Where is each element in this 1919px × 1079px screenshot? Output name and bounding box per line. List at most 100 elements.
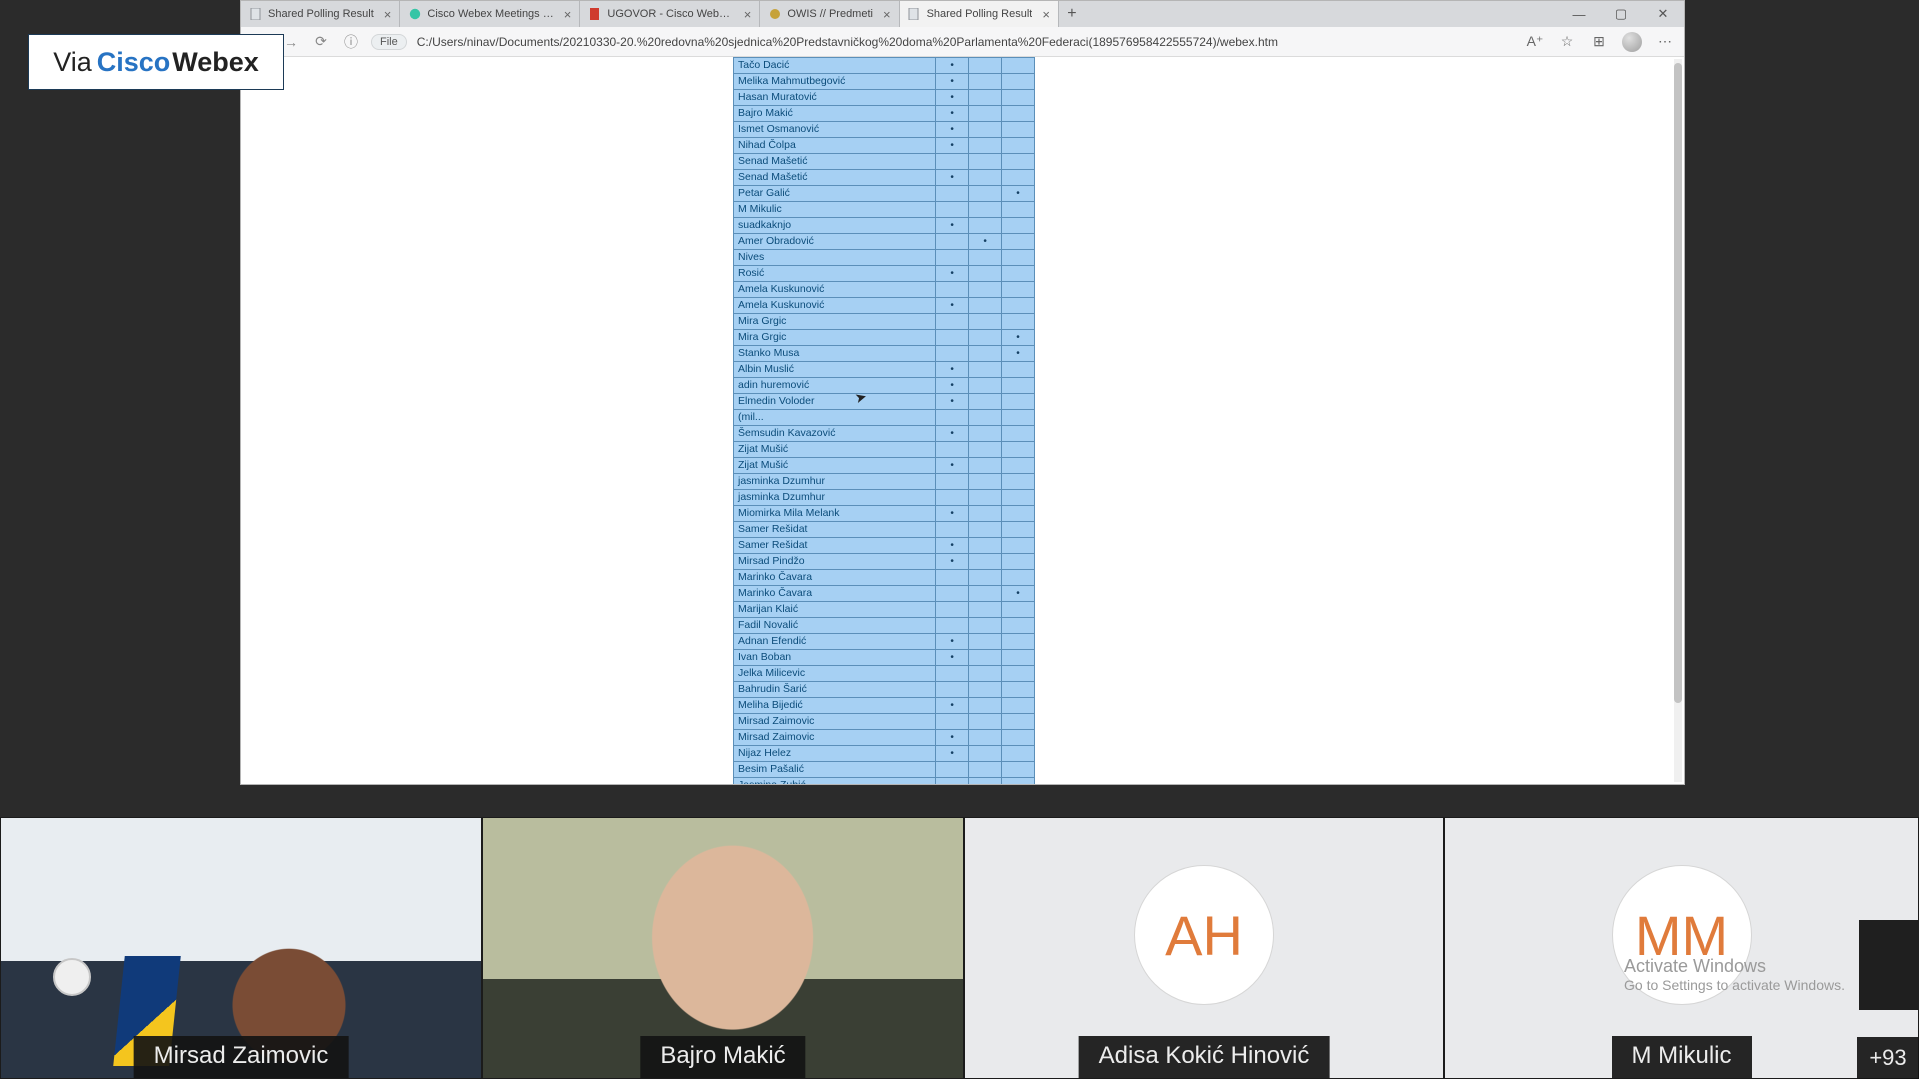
cell-col2 bbox=[969, 474, 1002, 490]
cell-col2 bbox=[969, 282, 1002, 298]
cell-col1: • bbox=[936, 122, 969, 138]
table-row: Senad Mašetić• bbox=[734, 170, 1035, 186]
cell-col3 bbox=[1002, 394, 1035, 410]
cell-col2 bbox=[969, 394, 1002, 410]
cell-col1: • bbox=[936, 650, 969, 666]
maximize-button[interactable]: ▢ bbox=[1600, 1, 1642, 27]
cell-col2 bbox=[969, 634, 1002, 650]
webex-watermark: Via Cisco Webex bbox=[28, 34, 284, 90]
table-row: Bajro Makić• bbox=[734, 106, 1035, 122]
participant-tile[interactable]: MMM Mikulic bbox=[1444, 817, 1919, 1079]
cell-col1 bbox=[936, 762, 969, 778]
cell-col3: • bbox=[1002, 586, 1035, 602]
cell-col1 bbox=[936, 186, 969, 202]
cell-col1 bbox=[936, 778, 969, 785]
participant-tile[interactable]: Mirsad Zaimovic bbox=[0, 817, 482, 1079]
cell-name: Elmedin Voloder bbox=[734, 394, 936, 410]
cell-col2 bbox=[969, 74, 1002, 90]
reload-button[interactable]: ⟳ bbox=[311, 33, 331, 50]
cell-name: Nihad Čolpa bbox=[734, 138, 936, 154]
cell-name: jasminka Dzumhur bbox=[734, 474, 936, 490]
cell-col2 bbox=[969, 218, 1002, 234]
cell-col1: • bbox=[936, 58, 969, 74]
cell-col3 bbox=[1002, 554, 1035, 570]
url-text[interactable]: C:/Users/ninav/Documents/20210330-20.%20… bbox=[417, 35, 1516, 49]
cell-col3 bbox=[1002, 634, 1035, 650]
cell-name: Bahrudin Šarić bbox=[734, 682, 936, 698]
cell-col3 bbox=[1002, 746, 1035, 762]
cell-col1 bbox=[936, 714, 969, 730]
profile-avatar[interactable] bbox=[1622, 32, 1642, 52]
cell-name: Hasan Muratović bbox=[734, 90, 936, 106]
cell-col2 bbox=[969, 778, 1002, 785]
browser-tab[interactable]: Shared Polling Result× bbox=[241, 1, 400, 27]
cell-name: Senad Mašetić bbox=[734, 170, 936, 186]
more-participants-count[interactable]: +93 bbox=[1857, 1037, 1919, 1079]
browser-tab[interactable]: Cisco Webex Meetings - Meetin × bbox=[400, 1, 580, 27]
forward-button[interactable]: → bbox=[281, 34, 301, 50]
more-menu-icon[interactable]: ⋯ bbox=[1656, 33, 1674, 51]
table-row: Tačo Dacić• bbox=[734, 58, 1035, 74]
cell-col2 bbox=[969, 154, 1002, 170]
cell-col1: • bbox=[936, 698, 969, 714]
scrollbar-thumb[interactable] bbox=[1674, 63, 1682, 703]
cell-name: (mil... bbox=[734, 410, 936, 426]
cell-name: Stanko Musa bbox=[734, 346, 936, 362]
read-aloud-icon[interactable]: A⁺ bbox=[1526, 33, 1544, 51]
table-row: Miomirka Mila Melank• bbox=[734, 506, 1035, 522]
cell-col3: • bbox=[1002, 330, 1035, 346]
cell-col1: • bbox=[936, 74, 969, 90]
shared-browser-window: Shared Polling Result×Cisco Webex Meetin… bbox=[240, 0, 1685, 785]
browser-tab[interactable]: OWIS // Predmeti× bbox=[760, 1, 899, 27]
cell-col2 bbox=[969, 554, 1002, 570]
new-tab-button[interactable]: + bbox=[1059, 1, 1085, 27]
tab-close-icon[interactable]: × bbox=[384, 7, 392, 22]
tab-close-icon[interactable]: × bbox=[883, 7, 891, 22]
participant-tile[interactable]: Bajro Makić bbox=[482, 817, 964, 1079]
cell-col1: • bbox=[936, 378, 969, 394]
browser-tab[interactable]: Shared Polling Result× bbox=[900, 1, 1059, 27]
cell-col2 bbox=[969, 714, 1002, 730]
tab-close-icon[interactable]: × bbox=[564, 7, 572, 22]
cell-col2 bbox=[969, 378, 1002, 394]
cell-col1 bbox=[936, 330, 969, 346]
cell-col2 bbox=[969, 666, 1002, 682]
cell-name: suadkaknjo bbox=[734, 218, 936, 234]
cell-name: Besim Pašalić bbox=[734, 762, 936, 778]
cell-col3 bbox=[1002, 282, 1035, 298]
tab-close-icon[interactable]: × bbox=[744, 7, 752, 22]
cell-col3 bbox=[1002, 682, 1035, 698]
tab-close-icon[interactable]: × bbox=[1042, 7, 1050, 22]
table-row: Nihad Čolpa• bbox=[734, 138, 1035, 154]
cell-col1: • bbox=[936, 362, 969, 378]
tab-label: Cisco Webex Meetings - Meetin bbox=[427, 8, 553, 20]
cell-name: Mira Grgic bbox=[734, 330, 936, 346]
cell-col3 bbox=[1002, 426, 1035, 442]
favorites-icon[interactable]: ☆ bbox=[1558, 33, 1576, 51]
close-window-button[interactable]: ✕ bbox=[1642, 1, 1684, 27]
expand-videostrip-handle[interactable] bbox=[1859, 920, 1919, 1010]
page-scrollbar[interactable] bbox=[1674, 59, 1682, 782]
cell-name: Petar Galić bbox=[734, 186, 936, 202]
cell-name: Ivan Boban bbox=[734, 650, 936, 666]
table-row: Samer Rešidat• bbox=[734, 538, 1035, 554]
table-row: Besim Pašalić bbox=[734, 762, 1035, 778]
minimize-button[interactable]: — bbox=[1558, 1, 1600, 27]
participant-tile[interactable]: AHAdisa Kokić Hinović bbox=[964, 817, 1444, 1079]
cell-name: Mirsad Pindžo bbox=[734, 554, 936, 570]
table-row: Zijat Mušić• bbox=[734, 458, 1035, 474]
cell-col3 bbox=[1002, 74, 1035, 90]
cell-col3 bbox=[1002, 762, 1035, 778]
cell-col2 bbox=[969, 122, 1002, 138]
collections-icon[interactable]: ⊞ bbox=[1590, 33, 1608, 51]
tab-favicon-icon bbox=[408, 8, 421, 21]
cell-name: Nives bbox=[734, 250, 936, 266]
cell-col2 bbox=[969, 106, 1002, 122]
video-strip: Mirsad ZaimovicBajro MakićAHAdisa Kokić … bbox=[0, 817, 1919, 1079]
table-row: Nijaz Helez• bbox=[734, 746, 1035, 762]
avatar: MM bbox=[1612, 865, 1752, 1005]
cell-col2 bbox=[969, 186, 1002, 202]
browser-tab[interactable]: UGOVOR - Cisco Webex - Opći× bbox=[580, 1, 760, 27]
page-content: Tačo Dacić•Melika Mahmutbegović•Hasan Mu… bbox=[241, 57, 1684, 784]
cell-col2 bbox=[969, 650, 1002, 666]
